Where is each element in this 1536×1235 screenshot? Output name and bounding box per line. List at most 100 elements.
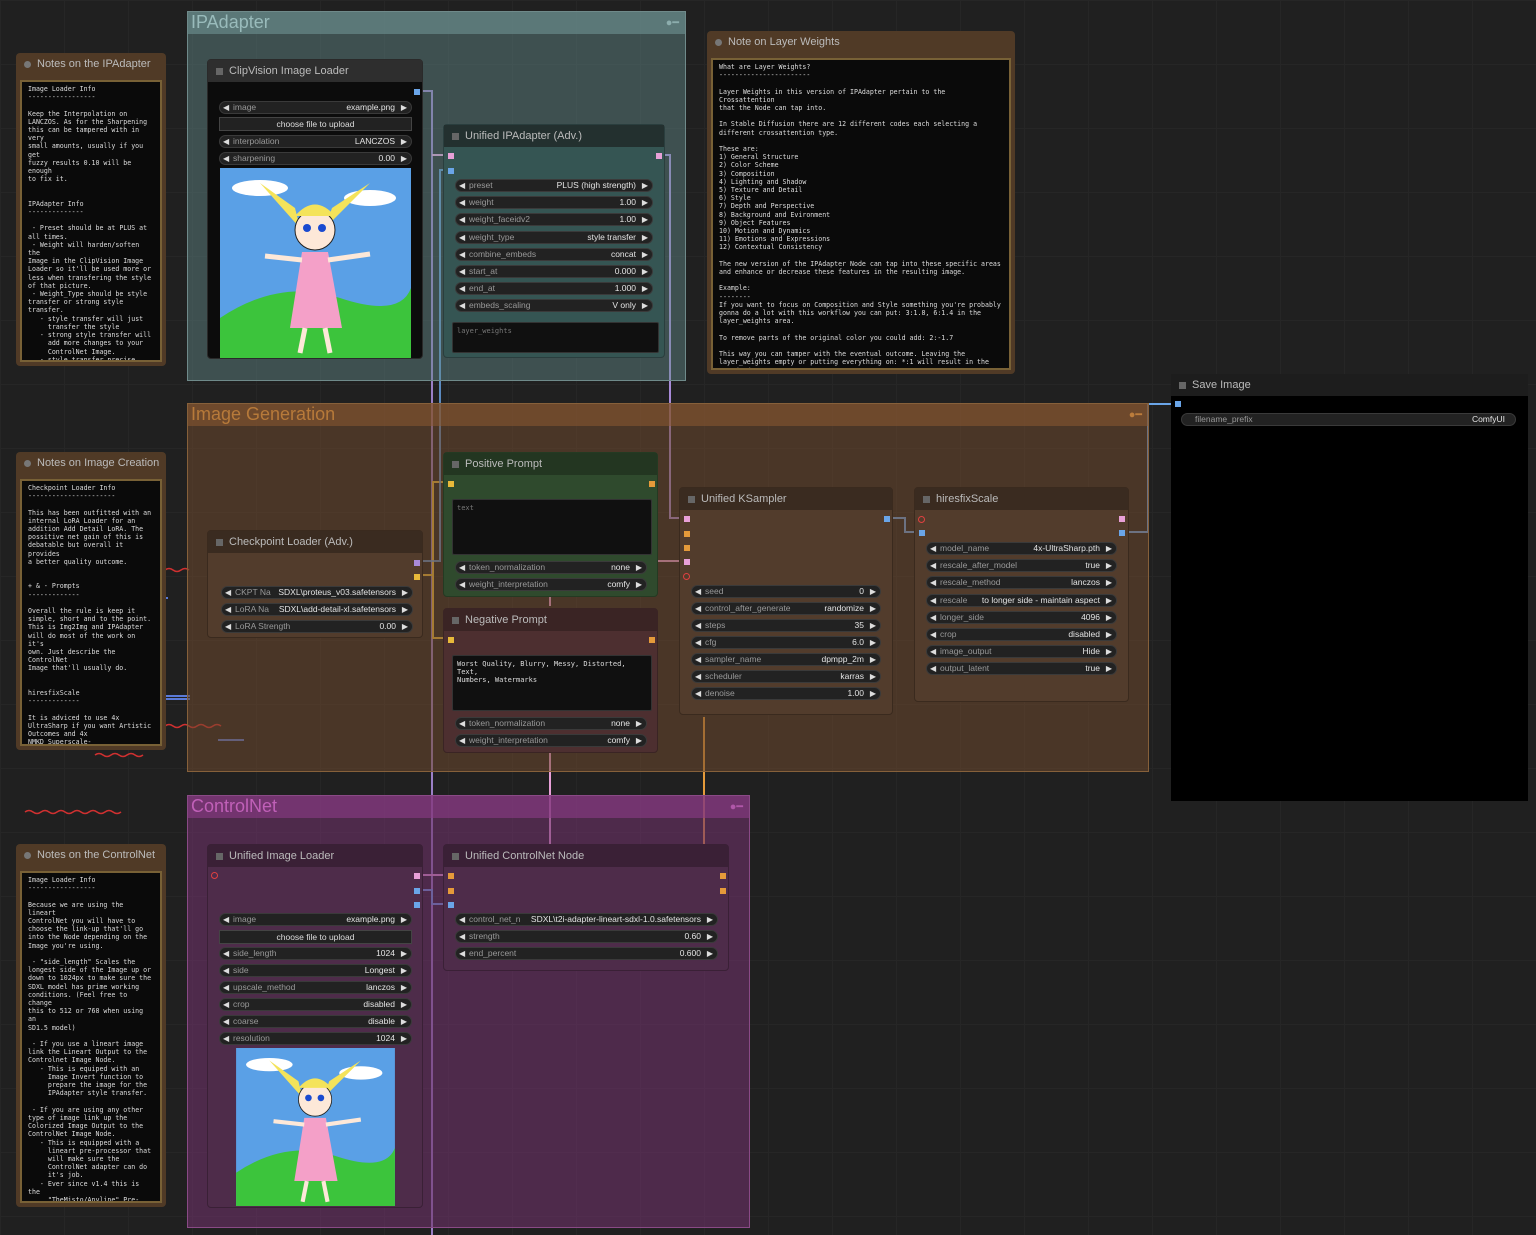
- widget-strength[interactable]: ◀ strength 0.60 ▶: [455, 930, 718, 943]
- widget-rescale[interactable]: ◀ rescale to longer side - maintain aspect…: [926, 594, 1117, 607]
- output-slot-lineart[interactable]: [414, 873, 420, 879]
- collapse-icon[interactable]: [452, 616, 459, 624]
- widget-upscale-method[interactable]: ◀ upscale_method lanczos ▶: [219, 981, 412, 994]
- input-slot-model[interactable]: [448, 153, 454, 159]
- output-slot-image[interactable]: [414, 89, 420, 95]
- upload-button[interactable]: choose file to upload: [219, 117, 412, 131]
- node-hiresfix-scale[interactable]: hiresfixScale ◀ model_name 4x-UltraSharp.p…: [914, 487, 1129, 702]
- widget-weight-interpretation[interactable]: ◀ weight_interpretation comfy ▶: [455, 578, 647, 591]
- input-slot-images[interactable]: [1175, 401, 1181, 407]
- widget-image[interactable]: ◀ image example.png ▶: [219, 101, 412, 114]
- widget-end-at[interactable]: ◀ end_at 1.000 ▶: [455, 282, 653, 295]
- widget-resolution[interactable]: ◀ resolution 1024 ▶: [219, 1032, 412, 1045]
- note-controlnet[interactable]: Notes on the ControlNet Image Loader Inf…: [16, 844, 166, 1207]
- collapse-icon[interactable]: [688, 495, 695, 503]
- input-slot-image[interactable]: [919, 530, 925, 536]
- negative-prompt-textarea[interactable]: Worst Quality, Blurry, Messy, Distorted,…: [452, 655, 652, 711]
- widget-weight[interactable]: ◀ weight 1.00 ▶: [455, 196, 653, 209]
- node-checkpoint-loader[interactable]: Checkpoint Loader (Adv.) ◀ CKPT Na SDXL\pr…: [207, 530, 423, 638]
- widget-output-latent[interactable]: ◀ output_latent true ▶: [926, 662, 1117, 675]
- output-slot-positive[interactable]: [720, 873, 726, 879]
- collapse-dot-icon[interactable]: [24, 851, 31, 859]
- widget-cfg[interactable]: ◀ cfg 6.0 ▶: [691, 636, 881, 649]
- widget-crop[interactable]: ◀ crop disabled ▶: [926, 628, 1117, 641]
- note-ipadapter[interactable]: Notes on the IPAdapter Image Loader Info…: [16, 53, 166, 366]
- output-slot-clip[interactable]: [414, 574, 420, 580]
- upload-button[interactable]: choose file to upload: [219, 930, 412, 944]
- output-slot-negative[interactable]: [720, 888, 726, 894]
- widget-image-output[interactable]: ◀ image_output Hide ▶: [926, 645, 1117, 658]
- input-slot-clip[interactable]: [448, 481, 454, 487]
- widget-image[interactable]: ◀ image example.png ▶: [219, 913, 412, 926]
- widget-embeds-scaling[interactable]: ◀ embeds_scaling V only ▶: [455, 299, 653, 312]
- collapse-icon[interactable]: [216, 538, 223, 546]
- widget-token-normalization[interactable]: ◀ token_normalization none ▶: [455, 561, 647, 574]
- note-image-creation[interactable]: Notes on Image Creation Checkpoint Loade…: [16, 452, 166, 750]
- node-unified-ksampler[interactable]: Unified KSampler ◀ seed 0 ▶ ◀ control_after_…: [679, 487, 893, 715]
- widget-control-net-name[interactable]: ◀ control_net_n SDXL\t2i-adapter-lineart-s…: [455, 913, 718, 926]
- input-slot-optional[interactable]: [683, 573, 690, 580]
- widget-preset[interactable]: ◀ preset PLUS (high strength) ▶: [455, 179, 653, 192]
- widget-weight-interpretation[interactable]: ◀ weight_interpretation comfy ▶: [455, 734, 647, 747]
- widget-denoise[interactable]: ◀ denoise 1.00 ▶: [691, 687, 881, 700]
- layer-weights-textarea[interactable]: layer_weights: [452, 322, 659, 353]
- input-slot-clip[interactable]: [448, 637, 454, 643]
- collapse-dot-icon[interactable]: [24, 459, 31, 467]
- node-negative-prompt[interactable]: Negative Prompt Worst Quality, Blurry, M…: [443, 608, 658, 753]
- widget-lora-name[interactable]: ◀ LoRA Na SDXL\add-detail-xl.safetensors ▶: [221, 603, 413, 616]
- widget-rescale-method[interactable]: ◀ rescale_method lanczos ▶: [926, 576, 1117, 589]
- output-slot-model[interactable]: [414, 560, 420, 566]
- output-slot-image[interactable]: [884, 516, 890, 522]
- node-save-image[interactable]: Save Image filename_prefix ComfyUI: [1171, 374, 1528, 801]
- widget-token-normalization[interactable]: ◀ token_normalization none ▶: [455, 717, 647, 730]
- input-slot-positive[interactable]: [684, 531, 690, 537]
- input-slot-model[interactable]: [684, 516, 690, 522]
- collapse-icon[interactable]: [1179, 381, 1186, 389]
- collapse-icon[interactable]: [452, 852, 459, 860]
- collapse-dot-icon[interactable]: [24, 60, 31, 68]
- widget-interpolation[interactable]: ◀ interpolation LANCZOS ▶: [219, 135, 412, 148]
- output-slot-conditioning[interactable]: [649, 481, 655, 487]
- widget-side[interactable]: ◀ side Longest ▶: [219, 964, 412, 977]
- widget-start-at[interactable]: ◀ start_at 0.000 ▶: [455, 265, 653, 278]
- node-clipvision-image-loader[interactable]: ClipVision Image Loader ◀ image example.pn…: [207, 59, 423, 359]
- widget-seed[interactable]: ◀ seed 0 ▶: [691, 585, 881, 598]
- widget-weight-type[interactable]: ◀ weight_type style transfer ▶: [455, 231, 653, 244]
- note-layer-weights[interactable]: Note on Layer Weights What are Layer Wei…: [707, 31, 1015, 374]
- widget-steps[interactable]: ◀ steps 35 ▶: [691, 619, 881, 632]
- collapse-icon[interactable]: [452, 460, 459, 468]
- output-slot-model[interactable]: [656, 153, 662, 159]
- note-text[interactable]: Image Loader Info ----------------- Keep…: [20, 80, 162, 362]
- widget-sharpening[interactable]: ◀ sharpening 0.00 ▶: [219, 152, 412, 165]
- input-slot-negative[interactable]: [448, 888, 454, 894]
- widget-side-length[interactable]: ◀ side_length 1024 ▶: [219, 947, 412, 960]
- output-slot-image[interactable]: [414, 888, 420, 894]
- collapse-icon[interactable]: [216, 67, 223, 75]
- widget-filename-prefix[interactable]: filename_prefix ComfyUI: [1181, 413, 1516, 426]
- output-slot-latent[interactable]: [1119, 516, 1125, 522]
- output-slot-colorized[interactable]: [414, 902, 420, 908]
- collapse-dot-icon[interactable]: [715, 38, 722, 46]
- pin-icon[interactable]: ●━: [1129, 408, 1142, 421]
- pin-icon[interactable]: ●━: [666, 16, 679, 29]
- output-slot-image[interactable]: [1119, 530, 1125, 536]
- widget-end-percent[interactable]: ◀ end_percent 0.600 ▶: [455, 947, 718, 960]
- widget-coarse[interactable]: ◀ coarse disable ▶: [219, 1015, 412, 1028]
- widget-weight-faceidv2[interactable]: ◀ weight_faceidv2 1.00 ▶: [455, 213, 653, 226]
- output-slot-conditioning[interactable]: [649, 637, 655, 643]
- node-positive-prompt[interactable]: Positive Prompt text ◀ token_normalizatio…: [443, 452, 658, 597]
- widget-control-after-generate[interactable]: ◀ control_after_generate randomize ▶: [691, 602, 881, 615]
- node-unified-ipadapter[interactable]: Unified IPAdapter (Adv.) ◀ preset PLUS (hi…: [443, 124, 665, 358]
- node-unified-controlnet[interactable]: Unified ControlNet Node ◀ control_net_n SD…: [443, 844, 729, 971]
- note-text[interactable]: Image Loader Info ----------------- Beca…: [20, 871, 162, 1203]
- widget-combine-embeds[interactable]: ◀ combine_embeds concat ▶: [455, 248, 653, 261]
- widget-ckpt-name[interactable]: ◀ CKPT Na SDXL\proteus_v03.safetensors ▶: [221, 586, 413, 599]
- input-slot-optional[interactable]: [211, 872, 218, 879]
- widget-scheduler[interactable]: ◀ scheduler karras ▶: [691, 670, 881, 683]
- widget-crop[interactable]: ◀ crop disabled ▶: [219, 998, 412, 1011]
- input-slot-positive[interactable]: [448, 873, 454, 879]
- widget-model-name[interactable]: ◀ model_name 4x-UltraSharp.pth ▶: [926, 542, 1117, 555]
- positive-prompt-textarea[interactable]: text: [452, 499, 652, 555]
- note-text[interactable]: What are Layer Weights? ----------------…: [711, 58, 1011, 370]
- input-slot-image[interactable]: [448, 168, 454, 174]
